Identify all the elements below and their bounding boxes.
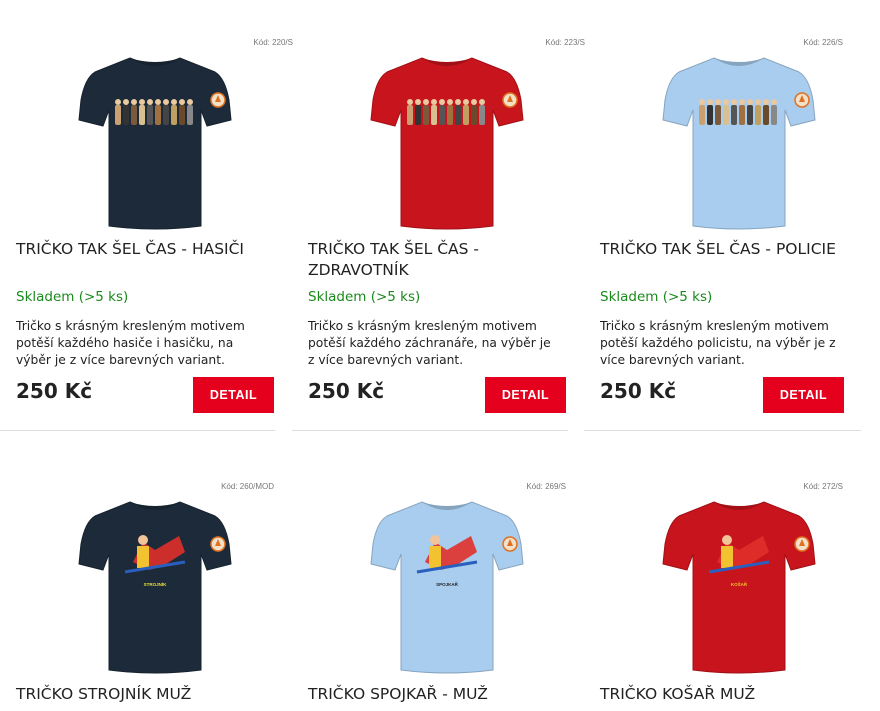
print-label: KOŠAŘ bbox=[730, 580, 747, 587]
product-price: 250 Kč bbox=[600, 379, 677, 403]
divider bbox=[0, 430, 275, 431]
t-shirt-illustration bbox=[369, 57, 524, 230]
t-shirt-illustration: SPOJKAŘ bbox=[369, 501, 524, 674]
product-title[interactable]: TRIČKO SPOJKAŘ - MUŽ bbox=[308, 684, 558, 705]
product-code: Kód: 269/S bbox=[526, 482, 566, 491]
product-title[interactable]: TRIČKO KOŠAŘ MUŽ bbox=[600, 684, 850, 705]
product-description: Tričko s krásným kresleným motivem potěš… bbox=[308, 319, 551, 367]
product-description: Tričko s krásným kresleným motivem potěš… bbox=[600, 319, 836, 367]
product-image[interactable]: STROJNÍK bbox=[16, 492, 293, 682]
product-code: Kód: 220/S bbox=[253, 38, 293, 47]
product-image[interactable]: SPOJKAŘ bbox=[308, 492, 585, 682]
product-image[interactable] bbox=[308, 48, 585, 238]
divider bbox=[292, 430, 568, 431]
product-code: Kód: 226/S bbox=[803, 38, 843, 47]
product-title[interactable]: TRIČKO TAK ŠEL ČAS - HASIČI bbox=[16, 239, 266, 260]
stock-status: Skladem (>5 ks) bbox=[308, 289, 421, 305]
product-title[interactable]: TRIČKO TAK ŠEL ČAS - POLICIE bbox=[600, 239, 850, 260]
t-shirt-illustration bbox=[661, 57, 816, 230]
print-label: SPOJKAŘ bbox=[436, 580, 459, 587]
product-title[interactable]: TRIČKO TAK ŠEL ČAS - ZDRAVOTNÍK bbox=[308, 239, 508, 281]
stock-status: Skladem (>5 ks) bbox=[600, 289, 713, 305]
stock-status: Skladem (>5 ks) bbox=[16, 289, 129, 305]
product-title[interactable]: TRIČKO STROJNÍK MUŽ bbox=[16, 684, 266, 705]
detail-button[interactable]: DETAIL bbox=[485, 377, 566, 413]
product-code: Kód: 223/S bbox=[545, 38, 585, 47]
detail-button[interactable]: DETAIL bbox=[193, 377, 274, 413]
t-shirt-illustration: STROJNÍK bbox=[77, 501, 232, 674]
t-shirt-illustration bbox=[77, 57, 232, 230]
product-image[interactable] bbox=[600, 48, 877, 238]
product-image[interactable]: KOŠAŘ bbox=[600, 492, 877, 682]
product-code: Kód: 260/MOD bbox=[221, 482, 274, 491]
product-code: Kód: 272/S bbox=[803, 482, 843, 491]
product-price: 250 Kč bbox=[16, 379, 93, 403]
product-description: Tričko s krásným kresleným motivem potěš… bbox=[16, 319, 245, 367]
product-price: 250 Kč bbox=[308, 379, 385, 403]
divider bbox=[584, 430, 861, 431]
product-image[interactable] bbox=[16, 48, 293, 238]
t-shirt-illustration: KOŠAŘ bbox=[661, 501, 816, 674]
print-label: STROJNÍK bbox=[143, 580, 167, 587]
detail-button[interactable]: DETAIL bbox=[763, 377, 844, 413]
